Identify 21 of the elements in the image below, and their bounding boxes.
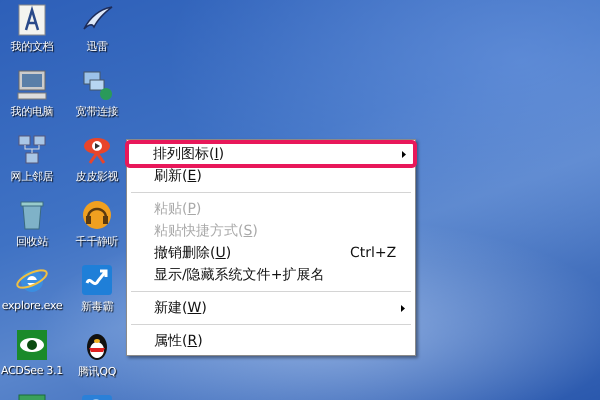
desktop-icon-label[interactable]: 回收站	[16, 234, 48, 249]
menu-item[interactable]: 新建(W)	[129, 297, 413, 319]
desktop-icon-label[interactable]: 千千静听	[76, 234, 118, 249]
desktop-icon-label[interactable]: 新毒霸	[80, 299, 114, 314]
desktop-icon-label[interactable]: ACDSee 3.1	[1, 364, 63, 377]
computer-icon[interactable]	[15, 68, 49, 102]
desktop-icon-label[interactable]: 我的电脑	[10, 104, 54, 119]
desktop-icon-label[interactable]: 宽带连接	[76, 104, 118, 119]
desktop-icon-label[interactable]: 我的文档	[10, 39, 54, 54]
desktop-icon-label[interactable]: 网上邻居	[10, 169, 54, 184]
eye-icon[interactable]	[15, 328, 49, 362]
menu-item[interactable]: 刷新(E)	[129, 165, 413, 187]
headphones-icon[interactable]	[80, 198, 114, 232]
desktop-icon-label[interactable]: 迅雷	[86, 39, 108, 54]
desktop-icon-label[interactable]: explore.exe	[2, 299, 62, 312]
desktop-icon-label[interactable]: 皮皮影视	[76, 169, 118, 184]
highlighted-menu-item[interactable]: 排列图标(I)	[128, 143, 414, 165]
menu-item[interactable]: 显示/隐藏系统文件+扩展名	[129, 264, 413, 286]
menu-item[interactable]: 撤销删除(U) Ctrl+Z	[129, 242, 413, 264]
desktop-icon-label[interactable]: 腾讯QQ	[78, 364, 116, 379]
menu-item[interactable]: 属性(R)	[129, 330, 413, 352]
